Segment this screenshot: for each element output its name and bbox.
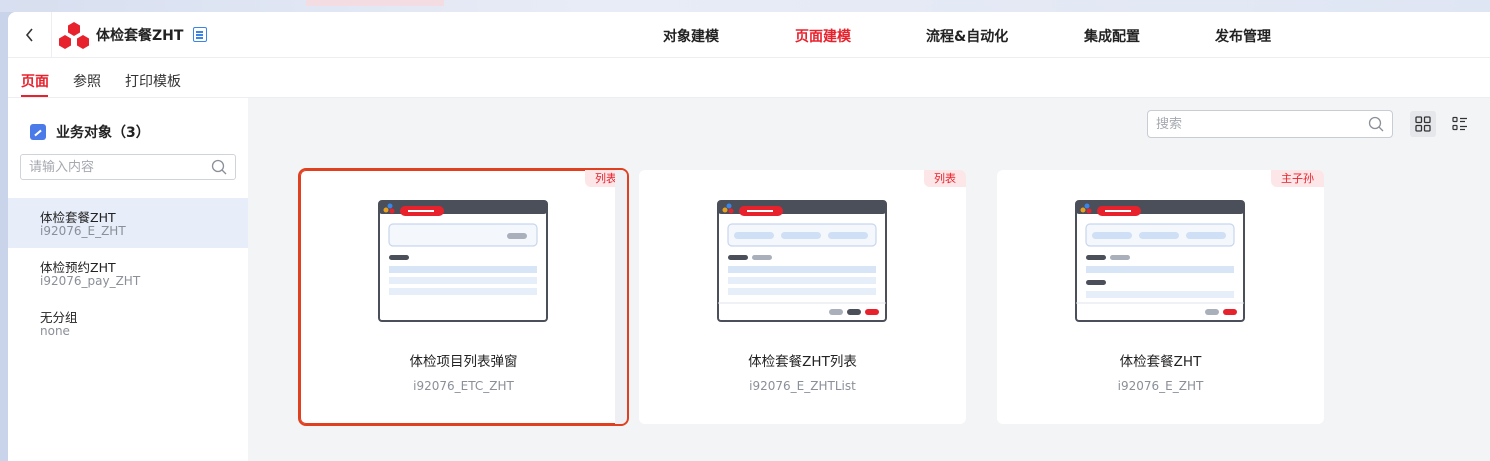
active-tab-indicator (21, 95, 48, 97)
tab-print-template[interactable]: 打印模板 (125, 71, 181, 91)
card-type-tag: 列表 (924, 170, 966, 187)
nav-flow-automation[interactable]: 流程&自动化 (926, 26, 1008, 46)
card-name: 体检套餐ZHT列表 (748, 354, 857, 370)
sidebar-item-code: none (40, 324, 70, 338)
nav-publish[interactable]: 发布管理 (1215, 26, 1271, 46)
window-top-strip (0, 0, 1490, 12)
page-preview-icon (378, 200, 548, 322)
header-bar: 体检套餐ZHT 对象建模 页面建模 流程&自动化 集成配置 发布管理 (8, 12, 1490, 58)
card-edge-shadow (615, 170, 627, 424)
page-card-3[interactable]: 主子孙 体检套餐ZHT i92076_E_ZHT (997, 170, 1324, 424)
grid-view-icon (1415, 116, 1431, 132)
sidebar-item-tijian-taocan[interactable]: 体检套餐ZHT i92076_E_ZHT (8, 198, 248, 248)
sidebar-item-code: i92076_E_ZHT (40, 224, 126, 238)
list-view-icon (1452, 116, 1467, 131)
sidebar-item-code: i92076_pay_ZHT (40, 274, 141, 288)
search-icon[interactable] (211, 159, 227, 175)
page-preview-icon (717, 200, 887, 322)
card-name: 体检套餐ZHT (1119, 354, 1202, 370)
grid-view-button[interactable] (1410, 111, 1436, 137)
card-type-tag: 主子孙 (1271, 170, 1324, 187)
sidebar-item-tijian-yuyue[interactable]: 体检预约ZHT i92076_pay_ZHT (8, 248, 248, 298)
list-view-button[interactable] (1447, 111, 1473, 137)
app-title: 体检套餐ZHT (96, 28, 184, 44)
chevron-left-icon (25, 28, 33, 42)
search-icon[interactable] (1368, 116, 1384, 132)
subtab-bar: 页面 参照 打印模板 (8, 58, 1490, 98)
sidebar-item-ungrouped[interactable]: 无分组 none (8, 298, 248, 348)
top-tab-highlight (306, 0, 444, 6)
card-code: i92076_ETC_ZHT (413, 379, 514, 393)
sidebar: 业务对象（3） 体检套餐ZHT i92076_E_ZHT 体检预约ZHT i92… (8, 98, 248, 461)
page-preview-icon (1075, 200, 1245, 322)
page-card-1[interactable]: 列表 体检项目列表弹窗 i92076_ETC_ZHT (298, 168, 629, 426)
app-logo-icon (59, 22, 89, 49)
app-window: 体检套餐ZHT 对象建模 页面建模 流程&自动化 集成配置 发布管理 页面 参照… (8, 12, 1490, 461)
sidebar-search (20, 154, 236, 180)
page-card-2[interactable]: 列表 体检套餐ZHT列表 i92076_E_ZHTList (639, 170, 966, 424)
sidebar-title: 业务对象（3） (56, 125, 150, 141)
main-search-input[interactable] (1148, 111, 1358, 137)
back-button[interactable] (8, 12, 52, 58)
main-content: 列表 体检项目列表弹窗 i92076_ETC_ZHT 列表 (248, 98, 1490, 461)
main-search (1147, 110, 1393, 138)
card-name: 体检项目列表弹窗 (409, 354, 518, 370)
sidebar-search-input[interactable] (21, 155, 201, 179)
business-object-icon (30, 124, 46, 140)
sidebar-header: 业务对象（3） (30, 122, 150, 142)
tab-reference[interactable]: 参照 (73, 71, 101, 91)
nav-page-modeling[interactable]: 页面建模 (795, 26, 851, 46)
tab-page[interactable]: 页面 (21, 71, 49, 91)
nav-object-modeling[interactable]: 对象建模 (663, 26, 719, 46)
card-code: i92076_E_ZHTList (749, 379, 856, 393)
document-icon[interactable] (193, 27, 207, 42)
nav-integration[interactable]: 集成配置 (1084, 26, 1140, 46)
card-code: i92076_E_ZHT (1117, 379, 1204, 393)
